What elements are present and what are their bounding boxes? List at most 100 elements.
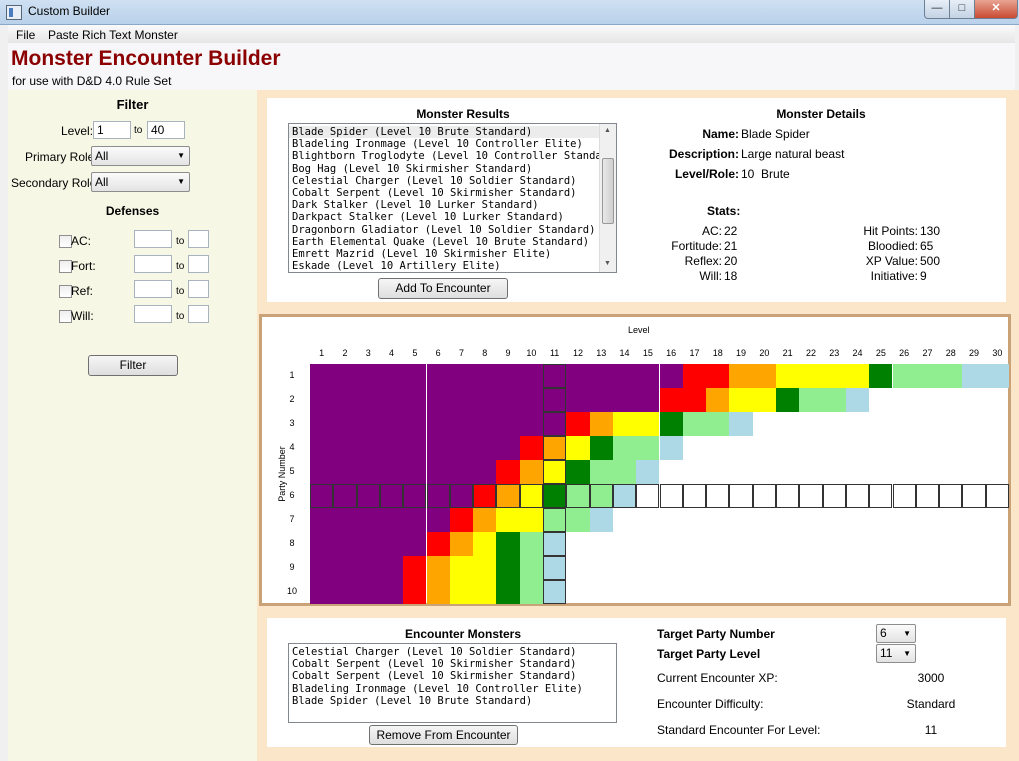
grid-cell[interactable] [310,532,334,556]
grid-cell[interactable] [449,580,474,604]
grid-cell[interactable] [869,484,893,508]
grid-cell[interactable] [636,436,660,460]
grid-cell[interactable] [379,412,404,436]
grid-cell[interactable] [589,460,613,484]
ac-min-input[interactable] [134,230,172,248]
grid-cell[interactable] [449,556,474,580]
grid-cell[interactable] [449,508,474,532]
grid-cell[interactable] [566,436,590,460]
grid-cell[interactable] [962,364,986,388]
grid-cell[interactable] [379,364,404,388]
grid-cell[interactable] [449,484,474,508]
level-from-input[interactable]: 1 [93,121,131,139]
grid-cell[interactable] [473,364,497,388]
grid-cell[interactable] [403,412,427,436]
will-max-input[interactable] [188,305,209,323]
scroll-up-icon[interactable]: ▲ [604,127,611,134]
grid-cell[interactable] [496,508,520,532]
grid-cell[interactable] [612,484,637,508]
grid-cell[interactable] [403,436,427,460]
grid-cell[interactable] [426,436,450,460]
grid-cell[interactable] [659,388,683,412]
grid-cell[interactable] [403,532,427,556]
grid-cell[interactable] [543,364,567,388]
grid-cell[interactable] [379,436,404,460]
results-list-item[interactable]: Eskade (Level 10 Artillery Elite) [289,260,599,272]
results-list-item[interactable]: Darkpact Stalker (Level 10 Lurker Standa… [289,211,599,223]
grid-cell[interactable] [496,556,520,580]
grid-cell[interactable] [379,388,404,412]
grid-cell[interactable] [333,460,357,484]
results-listbox[interactable]: Blade Spider (Level 10 Brute Standard) Bl… [288,123,617,273]
results-scrollbar[interactable]: ▲ ▼ [599,124,616,272]
grid-cell[interactable] [822,388,846,412]
encounter-listbox[interactable]: Celestial Charger (Level 10 Soldier Stan… [288,643,617,723]
grid-cell[interactable] [310,412,334,436]
grid-cell[interactable] [729,412,753,436]
grid-cell[interactable] [519,412,543,436]
grid-cell[interactable] [449,388,474,412]
grid-cell[interactable] [426,412,450,436]
grid-cell[interactable] [566,388,590,412]
grid-cell[interactable] [379,580,404,604]
remove-from-encounter-button[interactable]: Remove From Encounter [369,725,518,745]
scroll-down-icon[interactable]: ▼ [604,260,611,267]
grid-cell[interactable] [333,508,357,532]
grid-cell[interactable] [519,556,543,580]
grid-cell[interactable] [496,532,520,556]
grid-cell[interactable] [310,364,334,388]
grid-cell[interactable] [776,364,800,388]
grid-cell[interactable] [752,388,776,412]
grid-cell[interactable] [519,436,543,460]
grid-cell[interactable] [543,556,567,580]
grid-cell[interactable] [333,388,357,412]
encounter-list-item[interactable]: Bladeling Ironmage (Level 10 Controller … [289,683,616,695]
grid-cell[interactable] [799,484,823,508]
grid-cell[interactable] [356,412,380,436]
grid-cell[interactable] [729,388,753,412]
grid-cell[interactable] [589,436,613,460]
grid-cell[interactable] [403,460,427,484]
grid-cell[interactable] [822,484,846,508]
grid-cell[interactable] [449,436,474,460]
grid-cell[interactable] [473,532,497,556]
grid-cell[interactable] [659,364,683,388]
grid-cell[interactable] [636,460,660,484]
ac-max-input[interactable] [188,230,209,248]
maximize-button[interactable]: □ [949,0,975,19]
encounter-list-item[interactable]: Cobalt Serpent (Level 10 Skirmisher Stan… [289,670,616,682]
grid-cell[interactable] [543,460,567,484]
secondary-role-select[interactable]: All ▼ [91,172,190,192]
will-min-input[interactable] [134,305,172,323]
grid-cell[interactable] [543,388,567,412]
grid-cell[interactable] [845,388,870,412]
grid-cell[interactable] [776,484,800,508]
grid-cell[interactable] [543,436,567,460]
grid-cell[interactable] [519,364,543,388]
grid-cell[interactable] [892,364,916,388]
grid-cell[interactable] [426,364,450,388]
grid-cell[interactable] [310,484,334,508]
grid-cell[interactable] [356,484,380,508]
grid-cell[interactable] [403,508,427,532]
grid-cell[interactable] [379,460,404,484]
grid-cell[interactable] [310,556,334,580]
grid-cell[interactable] [682,364,707,388]
results-list-item[interactable]: Earth Elemental Quake (Level 10 Brute St… [289,236,599,248]
level-to-input[interactable]: 40 [147,121,185,139]
grid-cell[interactable] [985,484,1009,508]
grid-cell[interactable] [426,388,450,412]
grid-cell[interactable] [706,484,730,508]
grid-cell[interactable] [333,532,357,556]
grid-cell[interactable] [310,388,334,412]
grid-cell[interactable] [356,388,380,412]
close-button[interactable]: ✕ [974,0,1018,19]
grid-cell[interactable] [589,484,613,508]
results-list-item[interactable]: Blightborn Troglodyte (Level 10 Controll… [289,150,616,162]
grid-cell[interactable] [752,364,776,388]
grid-cell[interactable] [682,484,707,508]
grid-cell[interactable] [403,484,427,508]
grid-cell[interactable] [566,364,590,388]
encounter-list-item[interactable]: Celestial Charger (Level 10 Soldier Stan… [289,646,616,658]
results-list-item[interactable]: Blade Spider (Level 10 Brute Standard) [289,126,599,139]
